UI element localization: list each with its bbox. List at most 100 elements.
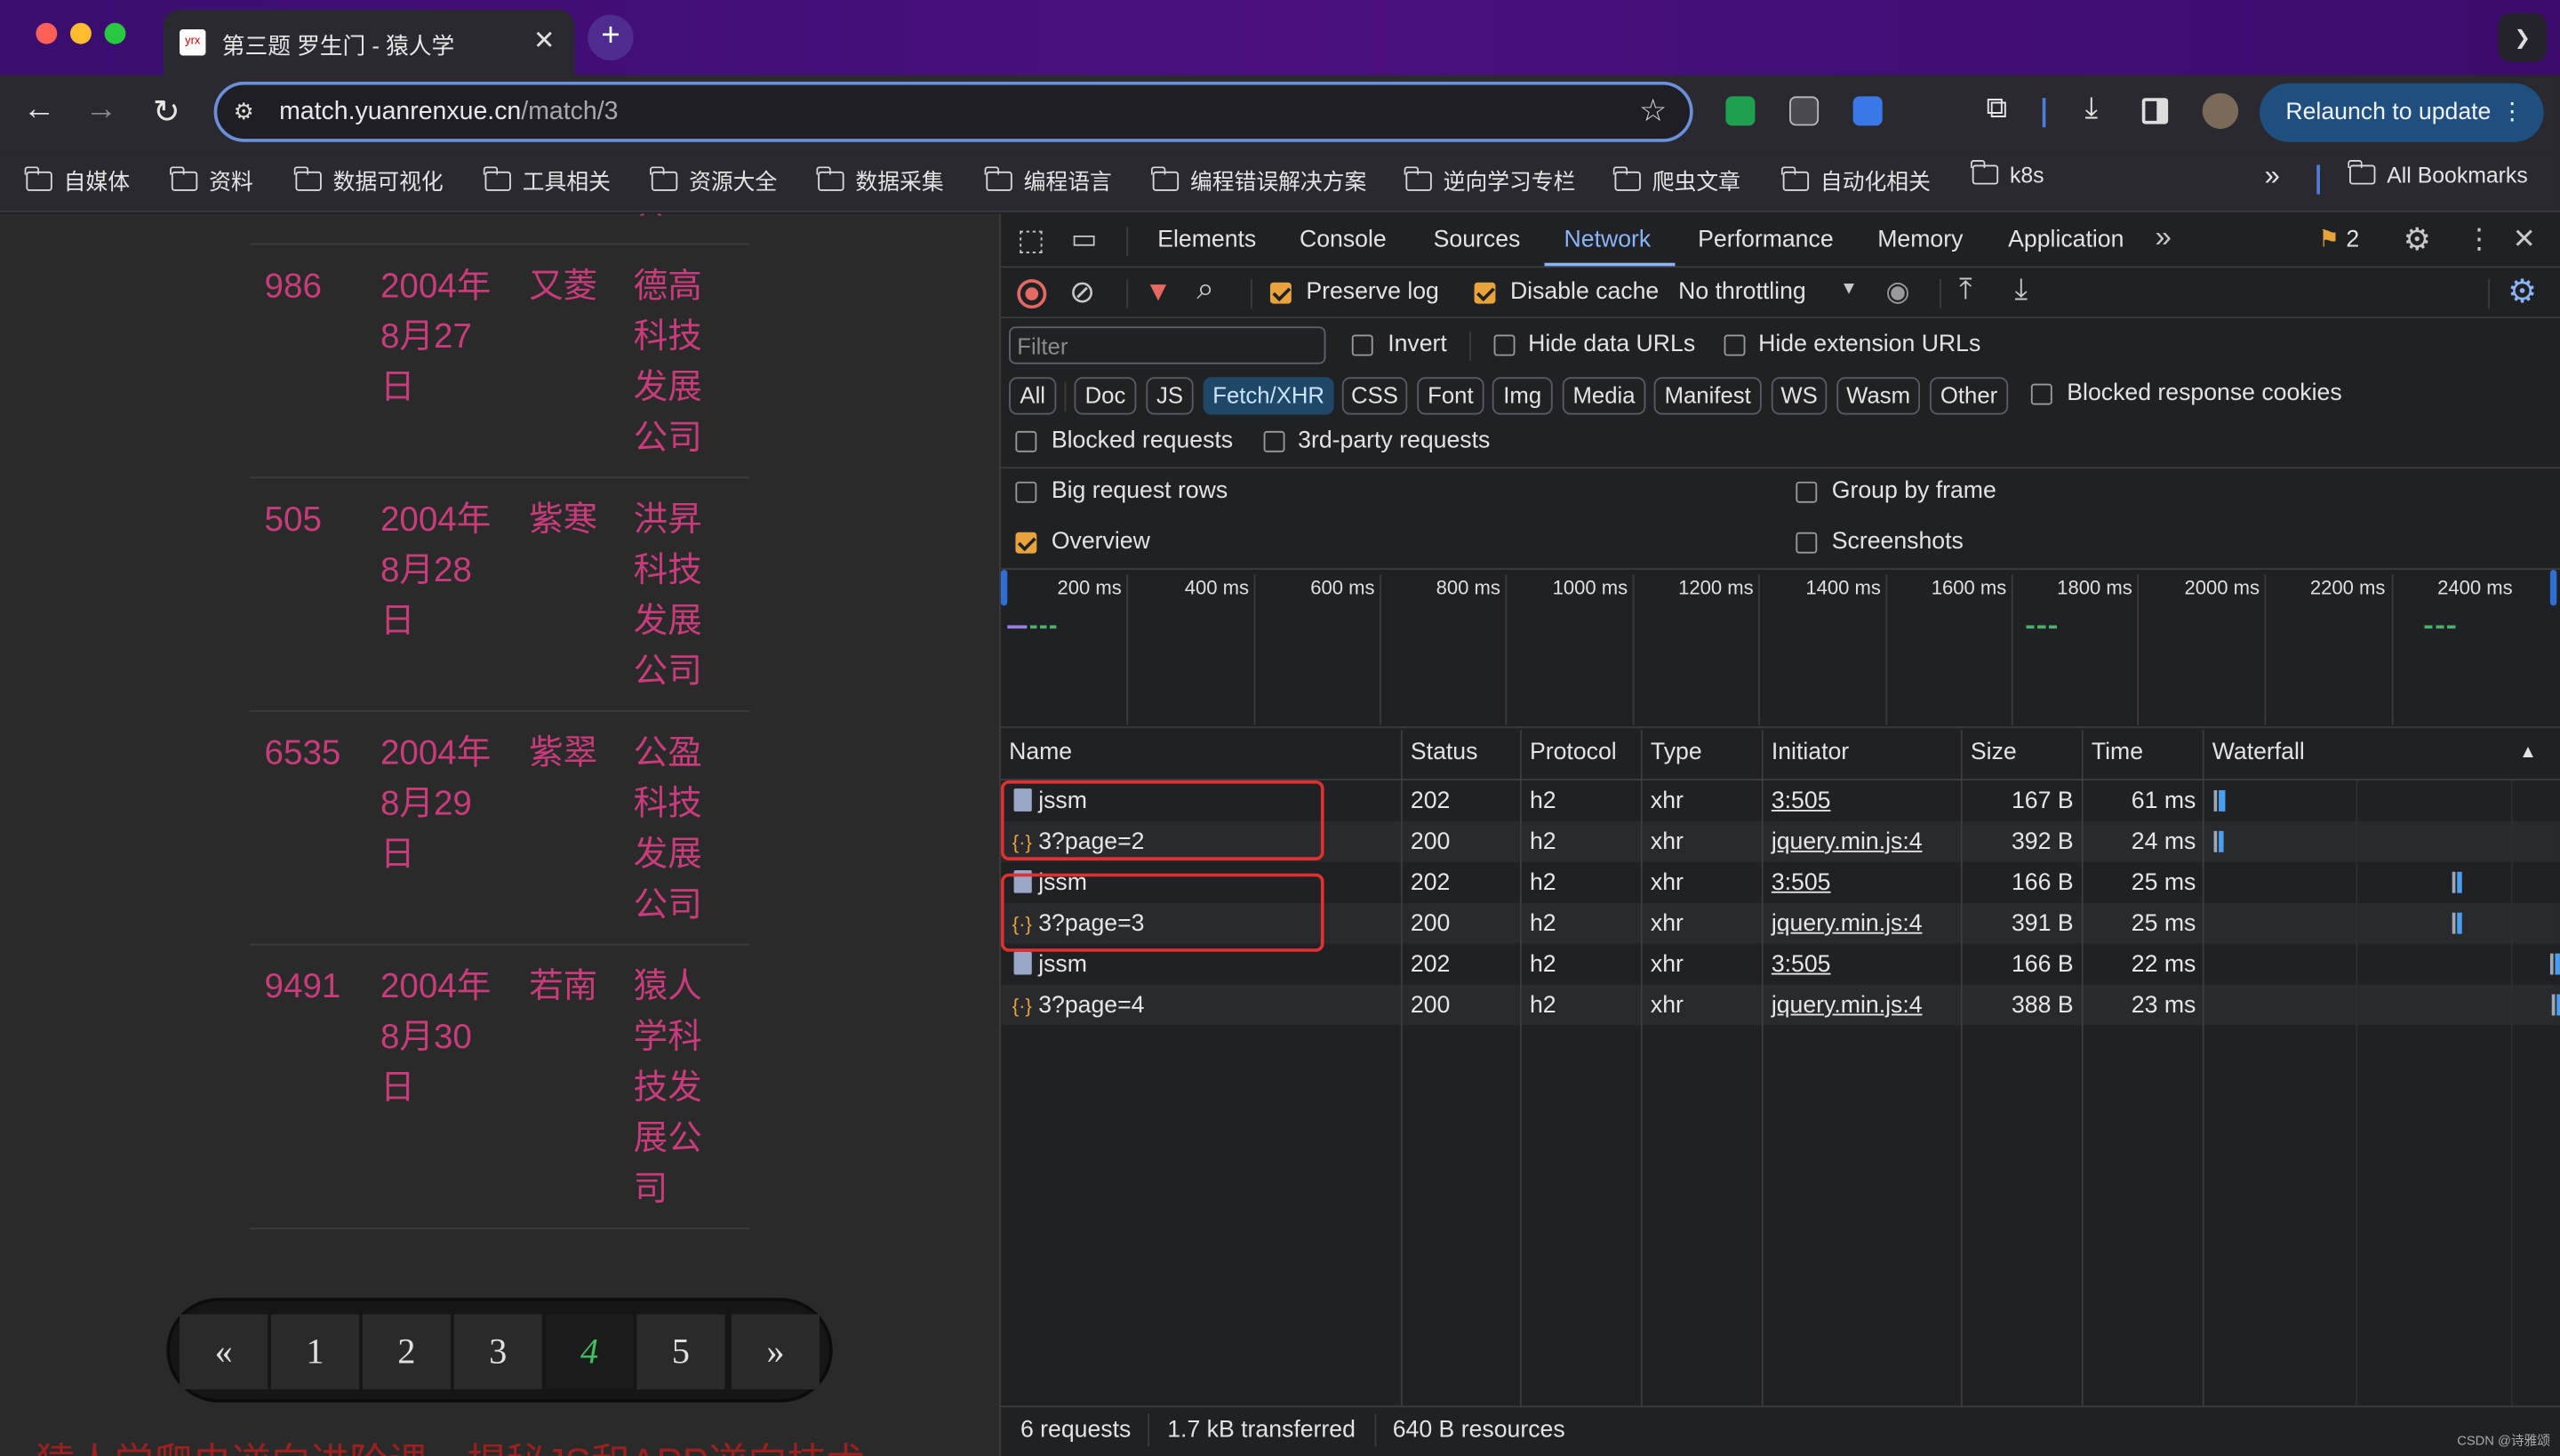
type-filter-ws[interactable]: WS xyxy=(1771,377,1828,415)
pagination-page-1[interactable]: 1 xyxy=(270,1314,360,1390)
type-filter-wasm[interactable]: Wasm xyxy=(1836,377,1920,415)
forward-arrow-icon[interactable]: → xyxy=(80,92,123,129)
relaunch-to-update-button[interactable]: Relaunch to update ⋮ xyxy=(2259,83,2544,142)
type-filter-js[interactable]: JS xyxy=(1146,377,1194,415)
extension-icon[interactable] xyxy=(1789,96,1820,126)
bookmark-folder[interactable]: 自媒体 xyxy=(25,164,130,196)
filter-input[interactable]: Filter xyxy=(1009,326,1326,364)
minimize-window-button[interactable] xyxy=(69,22,92,44)
table-row[interactable]: {·} 3?page=4 xyxy=(1012,993,1145,1019)
bookmark-folder[interactable]: 逆向学习专栏 xyxy=(1404,164,1575,196)
hide-extension-urls-checkbox[interactable] xyxy=(1724,334,1746,356)
pagination-next-button[interactable]: » xyxy=(731,1314,820,1390)
issues-count[interactable]: 2 xyxy=(2346,227,2359,252)
blocked-requests-checkbox[interactable] xyxy=(1015,430,1037,452)
tab-application[interactable]: Application xyxy=(2008,227,2124,252)
device-toolbar-icon[interactable]: ▭ xyxy=(1071,224,1098,257)
extensions-puzzle-icon[interactable]: ⧉ xyxy=(1975,92,2018,126)
column-header-name[interactable]: Name xyxy=(1009,740,1072,765)
screenshots-checkbox[interactable] xyxy=(1796,532,1818,554)
tab-search-button[interactable]: ❯ xyxy=(2498,12,2548,62)
issues-flag-icon[interactable]: ⚑ xyxy=(2318,227,2340,252)
tab-performance[interactable]: Performance xyxy=(1698,227,1833,252)
tab-console[interactable]: Console xyxy=(1300,227,1387,252)
bookmark-folder[interactable]: 资源大全 xyxy=(650,164,777,196)
tab-network[interactable]: Network xyxy=(1564,227,1652,252)
close-window-button[interactable] xyxy=(36,22,58,44)
reload-icon[interactable]: ↻ xyxy=(145,92,188,132)
translate-extension-icon[interactable] xyxy=(1852,96,1883,126)
pagination-page-3[interactable]: 3 xyxy=(453,1314,542,1390)
more-tabs-icon[interactable]: » xyxy=(2155,220,2171,255)
bookmark-folder[interactable]: 爬虫文章 xyxy=(1613,164,1740,196)
type-filter-img[interactable]: Img xyxy=(1492,377,1553,415)
pagination-prev-button[interactable]: « xyxy=(180,1314,268,1390)
third-party-requests-checkbox[interactable] xyxy=(1263,430,1285,452)
table-row[interactable]: jssm xyxy=(1013,951,1087,978)
tab-sources[interactable]: Sources xyxy=(1434,227,1521,252)
bookmark-folder[interactable]: 编程错误解决方案 xyxy=(1151,164,1366,196)
import-har-icon[interactable]: ⤒ xyxy=(1959,273,1972,308)
request-initiator-link[interactable]: jquery.min.js:4 xyxy=(1772,829,1923,855)
clear-log-icon[interactable]: ⊘ xyxy=(1069,275,1095,312)
bookmark-folder[interactable]: 工具相关 xyxy=(484,164,611,196)
inspect-element-icon[interactable]: ⬚ xyxy=(1017,224,1044,259)
type-filter-css[interactable]: CSS xyxy=(1341,377,1408,415)
browser-tab-active[interactable]: yrx 第三题 罗生门 - 猿人学 ✕ xyxy=(163,10,575,76)
pagination-page-5[interactable]: 5 xyxy=(636,1314,725,1390)
pagination-page-4-active[interactable]: 4 xyxy=(545,1314,634,1390)
column-header-waterfall[interactable]: Waterfall xyxy=(2212,740,2305,765)
bookmark-folder[interactable]: k8s xyxy=(1971,159,2044,188)
filter-funnel-icon[interactable]: ▼ xyxy=(1145,276,1172,308)
request-initiator-link[interactable]: 3:505 xyxy=(1772,788,1831,814)
bookmark-folder[interactable]: 数据采集 xyxy=(817,164,944,196)
group-by-frame-checkbox[interactable] xyxy=(1796,481,1818,503)
address-url[interactable]: match.yuanrenxue.cn/match/3 xyxy=(279,98,618,127)
close-tab-icon[interactable]: ✕ xyxy=(533,25,556,58)
site-info-icon[interactable]: ⚙ xyxy=(234,98,254,125)
column-header-protocol[interactable]: Protocol xyxy=(1530,740,1617,765)
type-filter-media[interactable]: Media xyxy=(1562,377,1646,415)
close-devtools-icon[interactable]: ✕ xyxy=(2513,224,2536,257)
downloads-icon[interactable]: ⤓ xyxy=(2070,92,2113,126)
timeline-right-handle[interactable] xyxy=(2549,570,2557,606)
preserve-log-checkbox[interactable] xyxy=(1269,282,1292,304)
request-initiator-link[interactable]: 3:505 xyxy=(1772,870,1831,896)
type-filter-other[interactable]: Other xyxy=(1929,377,2009,415)
big-request-rows-checkbox[interactable] xyxy=(1015,481,1037,503)
request-initiator-link[interactable]: jquery.min.js:4 xyxy=(1772,993,1923,1019)
promo-text[interactable]: 猿人学爬虫逆向进阶课，揭秘JS和APP逆向技术 xyxy=(36,1430,865,1456)
pagination-page-2[interactable]: 2 xyxy=(362,1314,451,1390)
address-bar[interactable]: ⚙ match.yuanrenxue.cn/match/3 ☆ xyxy=(213,81,1693,142)
bookmark-folder[interactable]: 资料 xyxy=(170,164,253,196)
profile-avatar[interactable] xyxy=(2202,92,2239,130)
type-filter-manifest[interactable]: Manifest xyxy=(1653,377,1762,415)
column-header-status[interactable]: Status xyxy=(1411,740,1478,765)
timeline-left-handle[interactable] xyxy=(1000,570,1008,606)
type-filter-doc[interactable]: Doc xyxy=(1074,377,1137,415)
blocked-response-cookies-checkbox[interactable] xyxy=(2030,383,2052,405)
record-stop-icon[interactable] xyxy=(1017,279,1047,309)
back-arrow-icon[interactable]: ← xyxy=(18,92,60,129)
bookmark-folder[interactable]: 自动化相关 xyxy=(1781,164,1931,196)
chevron-down-icon[interactable]: ▼ xyxy=(1840,279,1858,299)
tab-memory[interactable]: Memory xyxy=(1877,227,1963,252)
all-bookmarks-folder[interactable]: All Bookmarks xyxy=(2348,159,2528,188)
column-header-type[interactable]: Type xyxy=(1651,740,1702,765)
network-settings-gear-icon[interactable]: ⚙ xyxy=(2508,271,2537,312)
search-icon[interactable]: ⌕ xyxy=(1196,273,1214,308)
bookmark-folder[interactable]: 编程语言 xyxy=(985,164,1112,196)
column-header-initiator[interactable]: Initiator xyxy=(1772,740,1849,765)
sort-ascending-icon[interactable]: ▲ xyxy=(2519,743,2537,763)
bookmarks-overflow-icon[interactable]: » xyxy=(2265,160,2280,193)
more-menu-icon[interactable]: ⋮ xyxy=(2500,84,2524,142)
shield-extension-icon[interactable] xyxy=(1725,96,1756,126)
devtools-menu-icon[interactable]: ⋮ xyxy=(2465,224,2492,257)
tab-elements[interactable]: Elements xyxy=(1157,227,1256,252)
type-filter-all[interactable]: All xyxy=(1009,377,1057,415)
request-initiator-link[interactable]: jquery.min.js:4 xyxy=(1772,911,1923,937)
column-header-time[interactable]: Time xyxy=(2092,740,2143,765)
side-panel-icon[interactable] xyxy=(2141,98,2169,124)
bookmark-star-icon[interactable]: ☆ xyxy=(1639,93,1667,131)
new-tab-button[interactable]: + xyxy=(588,14,634,60)
